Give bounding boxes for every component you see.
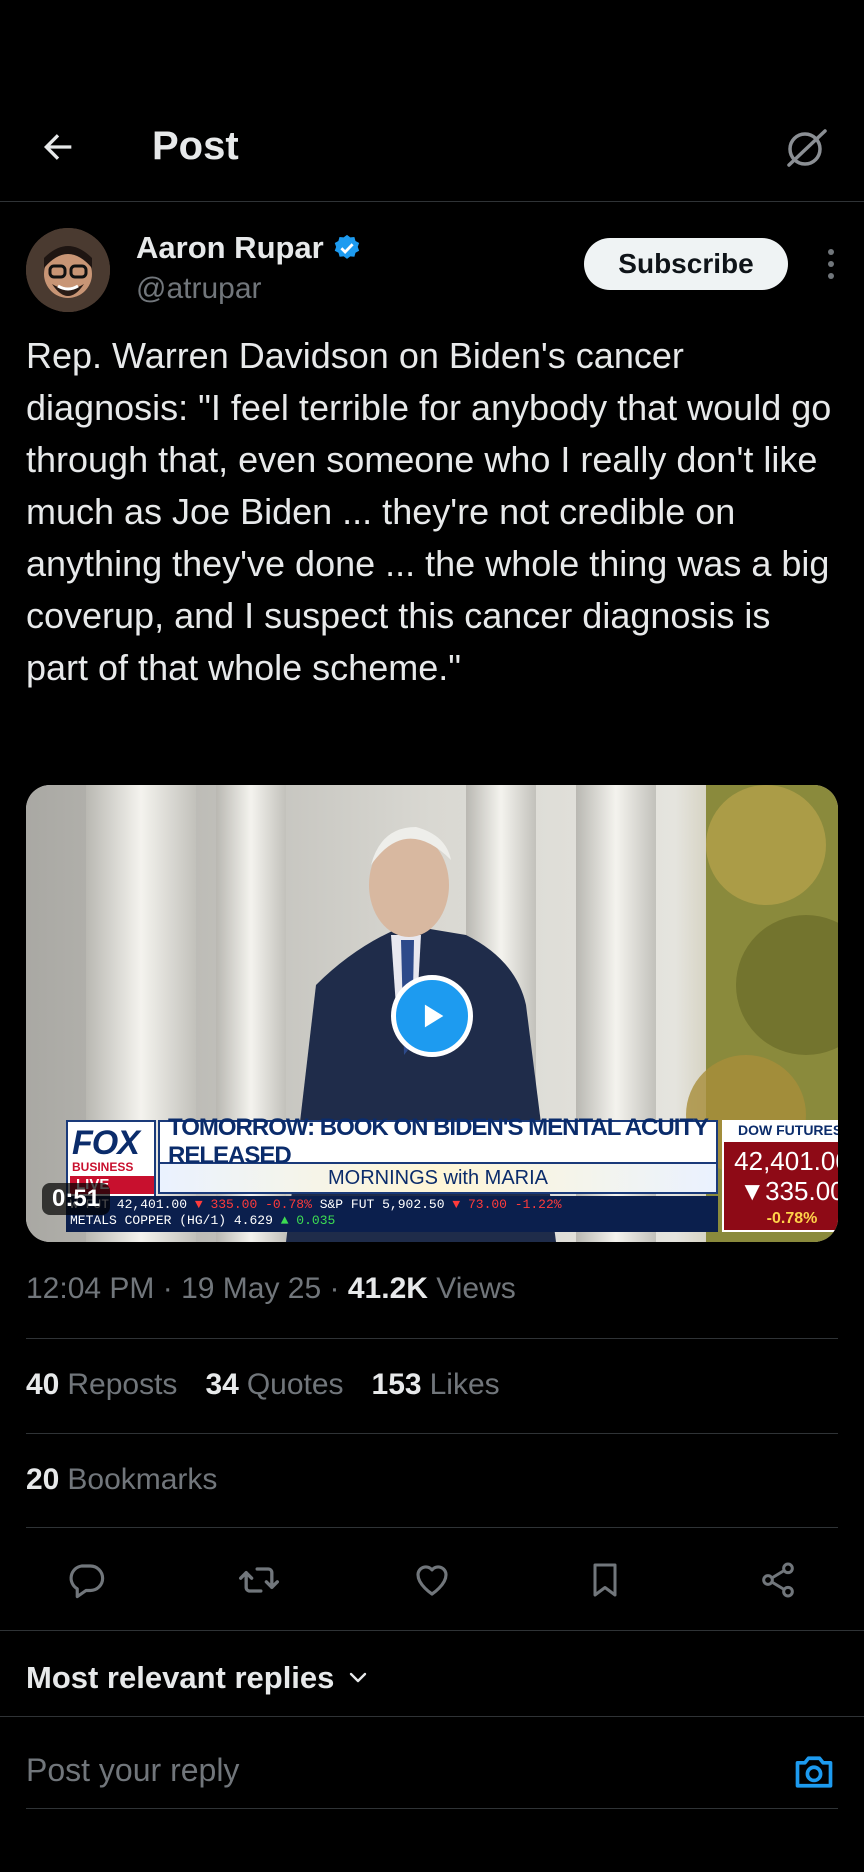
post-author: Aaron Rupar @atrupar Subscribe bbox=[26, 226, 838, 316]
more-vertical-icon bbox=[828, 249, 834, 279]
divider bbox=[26, 1808, 838, 1809]
arrow-left-icon bbox=[44, 134, 72, 160]
back-button[interactable] bbox=[34, 123, 82, 171]
heart-icon bbox=[416, 1565, 448, 1596]
repost-button[interactable] bbox=[235, 1556, 283, 1604]
play-button[interactable] bbox=[391, 975, 473, 1057]
share-icon bbox=[762, 1562, 794, 1598]
stock-ticker: W FUT 42,401.00 ▼ 335.00 -0.78% S&P FUT … bbox=[66, 1196, 718, 1232]
video-duration: 0:51 bbox=[42, 1183, 111, 1215]
post-text: Rep. Warren Davidson on Biden's cancer d… bbox=[26, 335, 832, 688]
bookmark-button[interactable] bbox=[581, 1556, 629, 1604]
top-bar: Post bbox=[0, 98, 864, 202]
author-name[interactable]: Aaron Rupar bbox=[136, 230, 362, 266]
chevron-down-icon bbox=[350, 1672, 367, 1683]
play-icon bbox=[424, 1004, 444, 1028]
grok-icon bbox=[787, 129, 827, 167]
like-button[interactable] bbox=[408, 1556, 456, 1604]
dow-futures-box: DOW FUTURES 42,401.00 ▼335.00 -0.78% bbox=[722, 1120, 838, 1232]
divider bbox=[26, 1433, 838, 1434]
grok-button[interactable] bbox=[778, 120, 834, 176]
repost-icon bbox=[239, 1567, 279, 1593]
verified-badge-icon bbox=[334, 234, 359, 259]
divider bbox=[26, 1338, 838, 1339]
post-actions bbox=[0, 1548, 864, 1612]
post-timestamp: 12:04 PM · 19 May 25 · 41.2K Views bbox=[26, 1272, 516, 1305]
show-name: MORNINGS with MARIA bbox=[158, 1164, 718, 1194]
divider bbox=[0, 1630, 864, 1631]
share-button[interactable] bbox=[754, 1556, 802, 1604]
replies-sort-label: Most relevant replies bbox=[26, 1660, 335, 1695]
likes-stat[interactable]: 153 Likes bbox=[372, 1368, 500, 1402]
bookmark-icon bbox=[593, 1563, 617, 1597]
subscribe-button[interactable]: Subscribe bbox=[584, 238, 788, 290]
chyron-headline: TOMORROW: BOOK ON BIDEN'S MENTAL ACUITY … bbox=[158, 1114, 718, 1169]
engagement-stats: 40 Reposts 34 Quotes 153 Likes bbox=[26, 1368, 500, 1402]
avatar[interactable] bbox=[26, 228, 110, 312]
more-options-button[interactable] bbox=[816, 240, 846, 288]
author-name-text: Aaron Rupar bbox=[136, 230, 324, 265]
divider bbox=[26, 1527, 838, 1528]
page-title: Post bbox=[152, 124, 239, 168]
bookmarks-stat[interactable]: 20 Bookmarks bbox=[26, 1463, 217, 1497]
reposts-stat[interactable]: 40 Reposts bbox=[26, 1368, 177, 1402]
reply-button[interactable] bbox=[62, 1556, 110, 1604]
camera-icon bbox=[795, 1756, 833, 1788]
video-player[interactable]: FOX BUSINESS LIVE TOMORROW: BOOK ON BIDE… bbox=[26, 785, 838, 1242]
author-handle[interactable]: @atrupar bbox=[136, 272, 262, 306]
reply-input[interactable]: Post your reply bbox=[26, 1752, 239, 1789]
views-count: 41.2K bbox=[347, 1272, 428, 1305]
reply-icon bbox=[69, 1564, 105, 1599]
quotes-stat[interactable]: 34 Quotes bbox=[205, 1368, 343, 1402]
replies-sort-dropdown[interactable]: Most relevant replies bbox=[26, 1660, 370, 1696]
divider bbox=[0, 1716, 864, 1717]
news-chyron: FOX BUSINESS LIVE TOMORROW: BOOK ON BIDE… bbox=[66, 1114, 838, 1232]
camera-button[interactable] bbox=[790, 1748, 838, 1796]
